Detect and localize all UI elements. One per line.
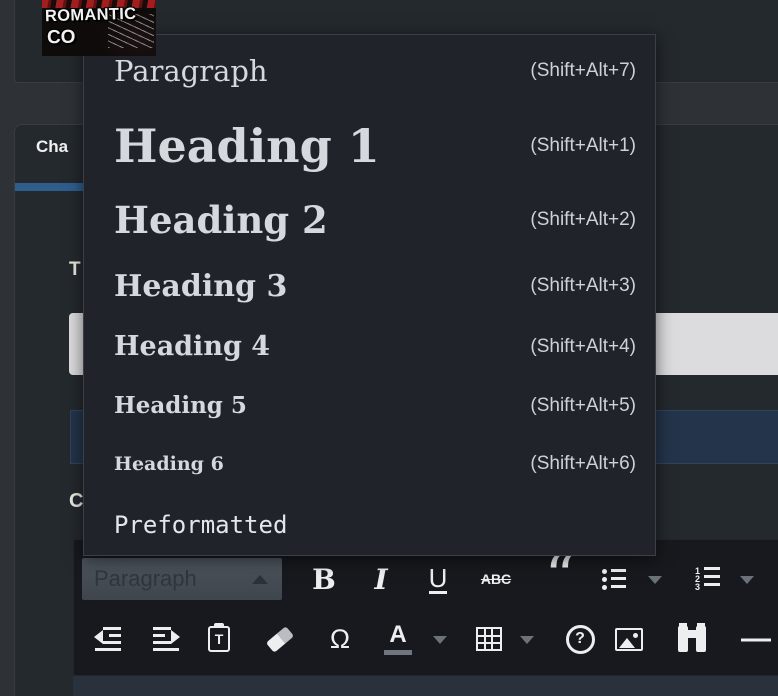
text-color-menu-button[interactable]	[429, 618, 451, 660]
shortcut-hint: (Shift+Alt+1)	[530, 135, 636, 157]
paste-as-text-button[interactable]: T	[199, 618, 239, 660]
numbered-list-icon: 1 2 3	[695, 567, 721, 591]
tab-chapter[interactable]: Cha	[36, 137, 68, 157]
menu-item-heading-2[interactable]: Heading 2 (Shift+Alt+2)	[84, 185, 655, 255]
shortcut-hint: (Shift+Alt+6)	[530, 453, 636, 475]
shortcut-hint: (Shift+Alt+3)	[530, 275, 636, 297]
chevron-down-icon	[433, 636, 447, 644]
binoculars-icon	[678, 626, 706, 652]
table-menu-button[interactable]	[516, 618, 538, 660]
numbered-list-button[interactable]: 1 2 3	[687, 558, 729, 600]
blockquote-icon: “	[545, 577, 576, 595]
shortcut-hint: (Shift+Alt+4)	[530, 336, 636, 358]
chevron-up-icon	[252, 575, 268, 584]
content-label: C	[69, 490, 83, 513]
clear-formatting-button[interactable]	[260, 618, 300, 660]
paste-as-text-icon: T	[208, 626, 230, 652]
menu-item-preformatted[interactable]: Preformatted	[84, 493, 655, 557]
bullet-list-icon	[602, 568, 626, 590]
insert-image-button[interactable]	[609, 618, 649, 660]
text-color-swatch	[384, 650, 412, 655]
help-icon: ?	[566, 625, 595, 654]
title-label: T	[69, 259, 81, 281]
editor-toolbar: Paragraph B I U ABC “	[73, 539, 778, 676]
toolbar-row-2: T Ω A ?	[74, 618, 778, 660]
strikethrough-button[interactable]: ABC	[472, 558, 520, 600]
horizontal-rule-button[interactable]: —	[735, 618, 775, 660]
text-color-button[interactable]: A	[378, 618, 418, 660]
menu-item-paragraph[interactable]: Paragraph (Shift+Alt+7)	[84, 35, 655, 107]
italic-button[interactable]: I	[361, 558, 401, 600]
menu-item-heading-1[interactable]: Heading 1 (Shift+Alt+1)	[84, 107, 655, 185]
outdent-button[interactable]	[88, 618, 128, 660]
format-dropdown-value: Paragraph	[94, 566, 197, 592]
menu-item-heading-3[interactable]: Heading 3 (Shift+Alt+3)	[84, 255, 655, 317]
shortcut-hint: (Shift+Alt+5)	[530, 395, 636, 417]
bullet-list-button[interactable]	[594, 558, 634, 600]
indent-icon	[153, 627, 179, 651]
outdent-icon	[95, 627, 121, 651]
bold-button[interactable]: B	[304, 558, 344, 600]
chevron-down-icon	[520, 636, 534, 644]
table-icon	[476, 627, 502, 651]
eraser-icon	[266, 626, 294, 653]
cover-title-line-2: CO	[47, 27, 76, 49]
format-dropdown-button[interactable]: Paragraph	[82, 558, 282, 600]
toolbar-row-1: Paragraph B I U ABC “	[74, 558, 778, 600]
menu-item-heading-6[interactable]: Heading 6 (Shift+Alt+6)	[84, 435, 655, 493]
blockquote-button[interactable]: “	[538, 558, 582, 600]
chevron-down-icon	[740, 576, 754, 584]
special-character-button[interactable]: Ω	[320, 618, 360, 660]
cover-title-line-1: ROMANTIC	[45, 5, 137, 26]
format-menu: Paragraph (Shift+Alt+7) Heading 1 (Shift…	[83, 34, 656, 556]
menu-item-heading-4[interactable]: Heading 4 (Shift+Alt+4)	[84, 317, 655, 376]
find-replace-button[interactable]	[672, 618, 712, 660]
image-icon	[615, 628, 643, 651]
page: Cha T C Paragraph B I U ABC “	[0, 0, 778, 696]
menu-item-heading-5[interactable]: Heading 5 (Shift+Alt+5)	[84, 376, 655, 435]
editor-content-area[interactable]	[73, 676, 778, 696]
shortcut-hint: (Shift+Alt+7)	[530, 60, 636, 82]
underline-icon: U	[429, 565, 448, 594]
help-button[interactable]: ?	[560, 618, 600, 660]
bullet-list-menu-button[interactable]	[644, 558, 666, 600]
table-button[interactable]	[469, 618, 509, 660]
text-color-icon: A	[389, 623, 406, 647]
indent-button[interactable]	[146, 618, 186, 660]
shortcut-hint: (Shift+Alt+2)	[530, 209, 636, 231]
numbered-list-menu-button[interactable]	[736, 558, 758, 600]
chevron-down-icon	[648, 576, 662, 584]
featured-image-thumbnail[interactable]: ROMANTIC CO	[42, 0, 156, 56]
underline-button[interactable]: U	[418, 558, 458, 600]
